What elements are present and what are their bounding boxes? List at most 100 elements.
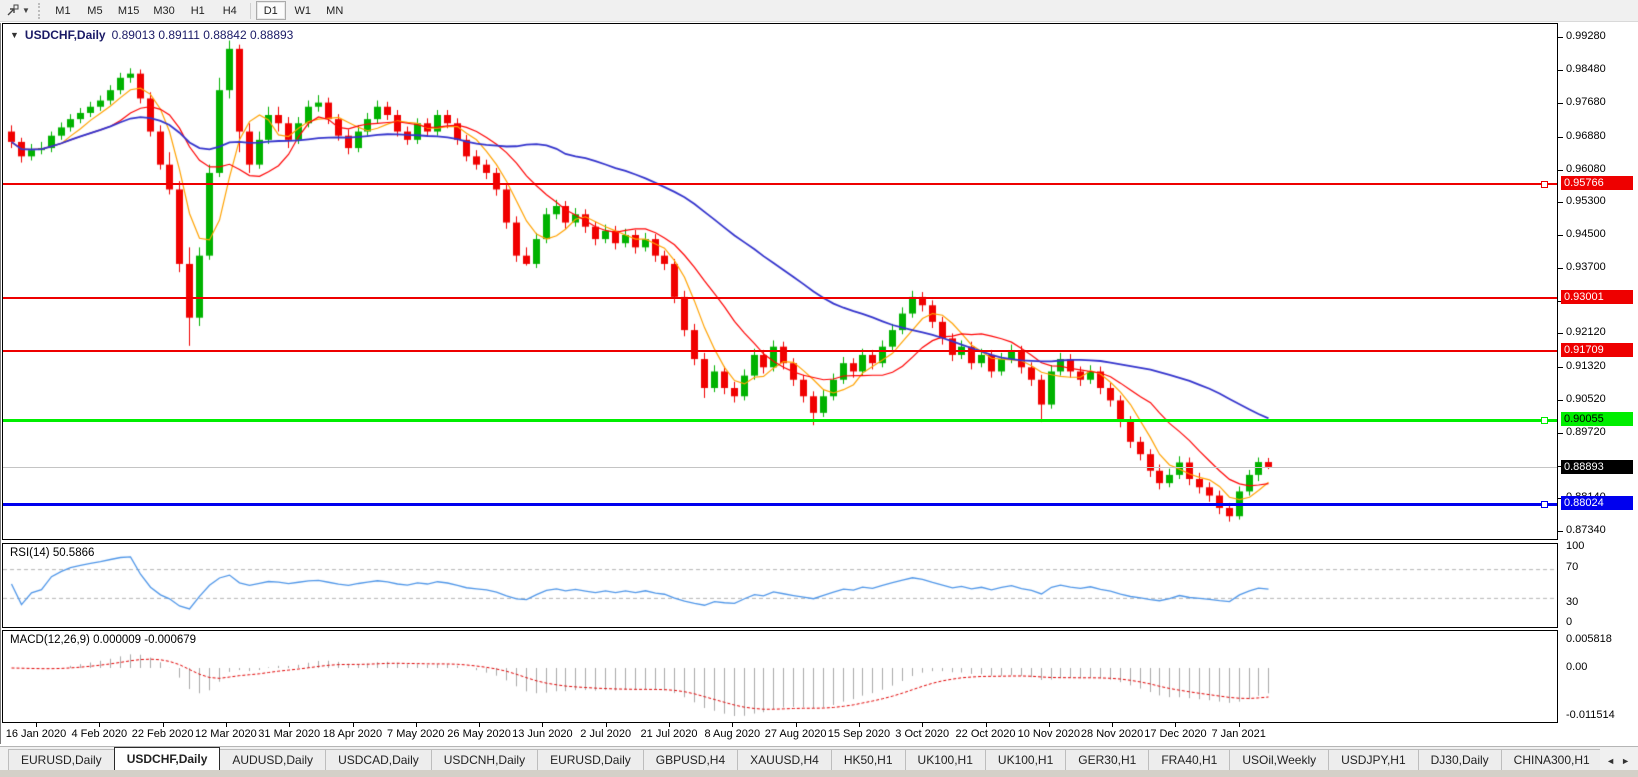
status-strip <box>0 770 1638 777</box>
timeframe-button-h1[interactable]: H1 <box>183 1 213 20</box>
date-label: 31 Mar 2020 <box>258 728 320 740</box>
y-axis-label: 0.92120 <box>1566 326 1606 338</box>
chart-tab-usdcad-daily[interactable]: USDCAD,Daily <box>325 749 432 770</box>
y-axis-tick <box>1558 235 1563 236</box>
chart-tab-audusd-daily[interactable]: AUDUSD,Daily <box>219 749 326 770</box>
timeframe-button-m15[interactable]: M15 <box>112 1 145 20</box>
horizontal-level-line[interactable] <box>3 350 1557 352</box>
horizontal-level-line[interactable] <box>3 297 1557 299</box>
chart-tab-gbpusd-h4[interactable]: GBPUSD,H4 <box>643 749 738 770</box>
date-label: 18 Apr 2020 <box>323 728 382 740</box>
timeframe-button-m5[interactable]: M5 <box>80 1 110 20</box>
chart-tab-uk100-h1[interactable]: UK100,H1 <box>905 749 986 770</box>
chart-tab-dj30-daily[interactable]: DJ30,Daily <box>1418 749 1502 770</box>
price-level-badge: 0.91709 <box>1561 343 1633 357</box>
chart-tab-hk50-h1[interactable]: HK50,H1 <box>831 749 906 770</box>
y-axis-tick <box>1558 70 1563 71</box>
date-tick <box>859 723 860 727</box>
date-tick <box>986 723 987 727</box>
date-label: 22 Feb 2020 <box>132 728 194 740</box>
date-label: 15 Sep 2020 <box>828 728 890 740</box>
y-axis-label: 0.91320 <box>1566 360 1606 372</box>
chart-ohlc-readout: 0.89013 0.89111 0.88842 0.88893 <box>112 28 294 42</box>
y-axis-label: 0.95300 <box>1566 195 1606 207</box>
chart-title: ▼ USDCHF,Daily 0.89013 0.89111 0.88842 0… <box>10 28 293 42</box>
date-label: 10 Nov 2020 <box>1018 728 1080 740</box>
horizontal-level-line[interactable] <box>3 503 1557 506</box>
chevron-down-icon: ▼ <box>10 30 19 40</box>
date-label: 12 Mar 2020 <box>195 728 257 740</box>
rsi-canvas[interactable] <box>3 544 1557 627</box>
date-label: 8 Aug 2020 <box>704 728 760 740</box>
date-label: 26 May 2020 <box>447 728 511 740</box>
chart-tab-eurusd-daily[interactable]: EURUSD,Daily <box>8 749 115 770</box>
chart-tab-usdchf-daily[interactable]: USDCHF,Daily <box>114 747 221 770</box>
timeframe-button-h4[interactable]: H4 <box>215 1 245 20</box>
y-axis-label: 0.96080 <box>1566 163 1606 175</box>
toolbar-grip-handle[interactable] <box>38 3 41 19</box>
chart-tab-xauusd-h4[interactable]: XAUUSD,H4 <box>737 749 832 770</box>
macd-canvas[interactable] <box>3 631 1557 722</box>
chart-tab-china300-h1[interactable]: CHINA300,H1 <box>1501 749 1601 770</box>
chart-symbol-label: USDCHF,Daily <box>25 28 106 42</box>
timeframe-button-m30[interactable]: M30 <box>147 1 180 20</box>
date-tick <box>479 723 480 727</box>
chart-tab-bar: EURUSD,DailyUSDCHF,DailyAUDUSD,DailyUSDC… <box>0 746 1638 770</box>
y-axis-label: 0.96880 <box>1566 130 1606 142</box>
date-tick <box>1049 723 1050 727</box>
y-axis-tick <box>1558 103 1563 104</box>
timeframe-button-m1[interactable]: M1 <box>48 1 78 20</box>
y-axis-tick <box>1558 202 1563 203</box>
chart-tab-fra40-h1[interactable]: FRA40,H1 <box>1148 749 1230 770</box>
horizontal-level-line[interactable] <box>3 419 1557 422</box>
chart-tab-usoil-weekly[interactable]: USOil,Weekly <box>1229 749 1329 770</box>
date-label: 16 Jan 2020 <box>6 728 67 740</box>
tab-scroll-right-button[interactable]: ► <box>1621 756 1630 766</box>
y-axis-label: 0.97680 <box>1566 96 1606 108</box>
timeframe-button-mn[interactable]: MN <box>320 1 350 20</box>
date-tick <box>796 723 797 727</box>
date-tick <box>163 723 164 727</box>
timeframe-button-w1[interactable]: W1 <box>288 1 318 20</box>
chart-tab-ger30-h1[interactable]: GER30,H1 <box>1065 749 1149 770</box>
macd-axis-label: 0.00 <box>1566 661 1587 673</box>
chart-tab-usdjpy-h1[interactable]: USDJPY,H1 <box>1328 749 1418 770</box>
tab-scroll-left-button[interactable]: ◄ <box>1606 756 1615 766</box>
price-level-badge: 0.93001 <box>1561 290 1633 304</box>
date-label: 27 Aug 2020 <box>765 728 827 740</box>
macd-axis-label: -0.011514 <box>1566 709 1615 721</box>
y-axis-tick <box>1558 367 1563 368</box>
line-drag-handle[interactable] <box>1541 417 1548 424</box>
chart-tab-uk100-h1[interactable]: UK100,H1 <box>985 749 1066 770</box>
cursor-tool-button[interactable]: ▼ <box>0 1 36 21</box>
date-label: 21 Jul 2020 <box>641 728 698 740</box>
chart-tabs: EURUSD,DailyUSDCHF,DailyAUDUSD,DailyUSDC… <box>0 746 1600 770</box>
date-label: 7 Jan 2021 <box>1211 728 1265 740</box>
right-axis-column: 0.992800.984800.976800.968800.960800.953… <box>1558 23 1638 723</box>
window-left-edge <box>0 23 1 744</box>
date-label: 22 Oct 2020 <box>956 728 1016 740</box>
y-axis-tick <box>1558 333 1563 334</box>
date-tick <box>606 723 607 727</box>
date-tick <box>922 723 923 727</box>
chart-tab-eurusd-daily[interactable]: EURUSD,Daily <box>537 749 644 770</box>
timeframe-button-d1[interactable]: D1 <box>256 1 286 20</box>
line-drag-handle[interactable] <box>1541 501 1548 508</box>
price-chart-canvas[interactable] <box>3 24 1557 539</box>
chart-tab-usdcnh-daily[interactable]: USDCNH,Daily <box>431 749 538 770</box>
line-drag-handle[interactable] <box>1541 181 1548 188</box>
trading-app-window: ▼ M1M5M15M30H1H4 D1W1MN ▼ USDCHF,Daily 0.… <box>0 0 1638 777</box>
y-axis-label: 0.87340 <box>1566 524 1606 536</box>
horizontal-level-line[interactable] <box>3 183 1557 185</box>
date-label: 17 Dec 2020 <box>1144 728 1206 740</box>
date-tick <box>1175 723 1176 727</box>
date-label: 4 Feb 2020 <box>71 728 127 740</box>
crosshair-cursor-icon <box>6 4 19 17</box>
date-tick <box>1239 723 1240 727</box>
rsi-axis-label: 0 <box>1566 616 1572 628</box>
rsi-axis-label: 70 <box>1566 561 1578 573</box>
y-axis-tick <box>1558 37 1563 38</box>
date-tick <box>732 723 733 727</box>
toolbar-separator <box>250 3 251 19</box>
date-tick <box>353 723 354 727</box>
